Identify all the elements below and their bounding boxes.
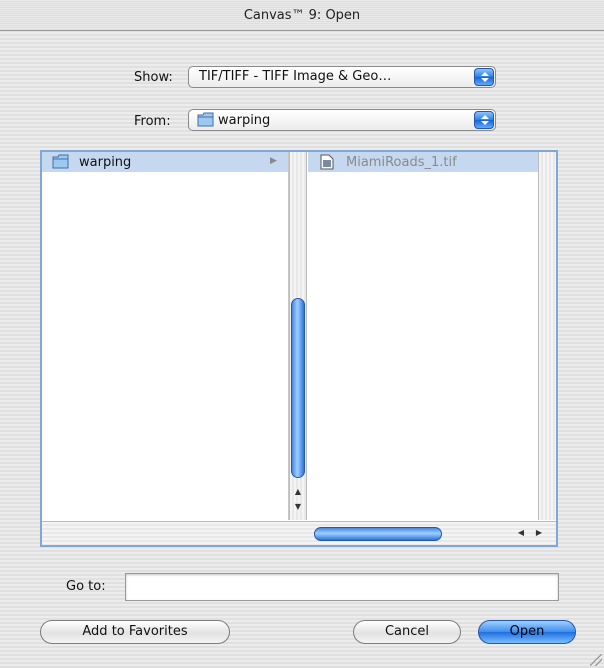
- folder-icon: [52, 154, 69, 169]
- popup-arrows-icon: [474, 111, 494, 129]
- show-popup[interactable]: TIF/TIFF - TIFF Image & Geo…: [188, 66, 496, 88]
- open-button[interactable]: Open: [478, 620, 576, 644]
- from-label: From:: [134, 114, 171, 129]
- horizontal-scrollbar[interactable]: ◀ ▶: [42, 521, 556, 545]
- folder-icon: [197, 112, 214, 127]
- goto-label: Go to:: [66, 579, 106, 594]
- list-item-label: MiamiRoads_1.tif: [346, 155, 457, 170]
- list-item-miamiroads[interactable]: MiamiRoads_1.tif: [308, 152, 538, 172]
- show-popup-value: TIF/TIFF - TIFF Image & Geo…: [199, 69, 392, 84]
- list-item-warping[interactable]: warping ▶: [42, 152, 288, 172]
- scroll-right-icon[interactable]: ▶: [534, 528, 544, 538]
- browser-column-1[interactable]: warping ▶: [42, 152, 289, 520]
- column-2-scrollbar[interactable]: [538, 152, 556, 520]
- browser-column-2[interactable]: MiamiRoads_1.tif: [308, 152, 556, 520]
- scroll-left-icon[interactable]: ◀: [516, 528, 526, 538]
- show-label: Show:: [134, 70, 173, 85]
- scroll-up-icon[interactable]: ▲: [293, 487, 303, 497]
- disclosure-triangle-icon: ▶: [270, 156, 277, 166]
- cancel-button[interactable]: Cancel: [353, 620, 461, 644]
- horizontal-scroll-thumb[interactable]: [314, 527, 442, 541]
- scroll-down-icon[interactable]: ▼: [293, 502, 303, 512]
- file-browser[interactable]: warping ▶ ▲ ▼ MiamiRoads_1.tif ◀ ▶: [40, 150, 558, 547]
- resize-grip-icon[interactable]: [590, 654, 602, 666]
- column-1-scrollbar[interactable]: ▲ ▼: [289, 152, 307, 520]
- window-title: Canvas™ 9: Open: [243, 8, 361, 23]
- goto-input[interactable]: [125, 573, 559, 601]
- scroll-thumb[interactable]: [291, 298, 305, 478]
- from-popup[interactable]: warping: [188, 109, 496, 131]
- add-to-favorites-button[interactable]: Add to Favorites: [40, 620, 230, 644]
- popup-arrows-icon: [474, 68, 494, 86]
- title-bar: Canvas™ 9: Open: [0, 0, 604, 31]
- tiff-file-icon: [320, 154, 334, 170]
- from-popup-value: warping: [218, 113, 271, 128]
- list-item-label: warping: [79, 155, 132, 170]
